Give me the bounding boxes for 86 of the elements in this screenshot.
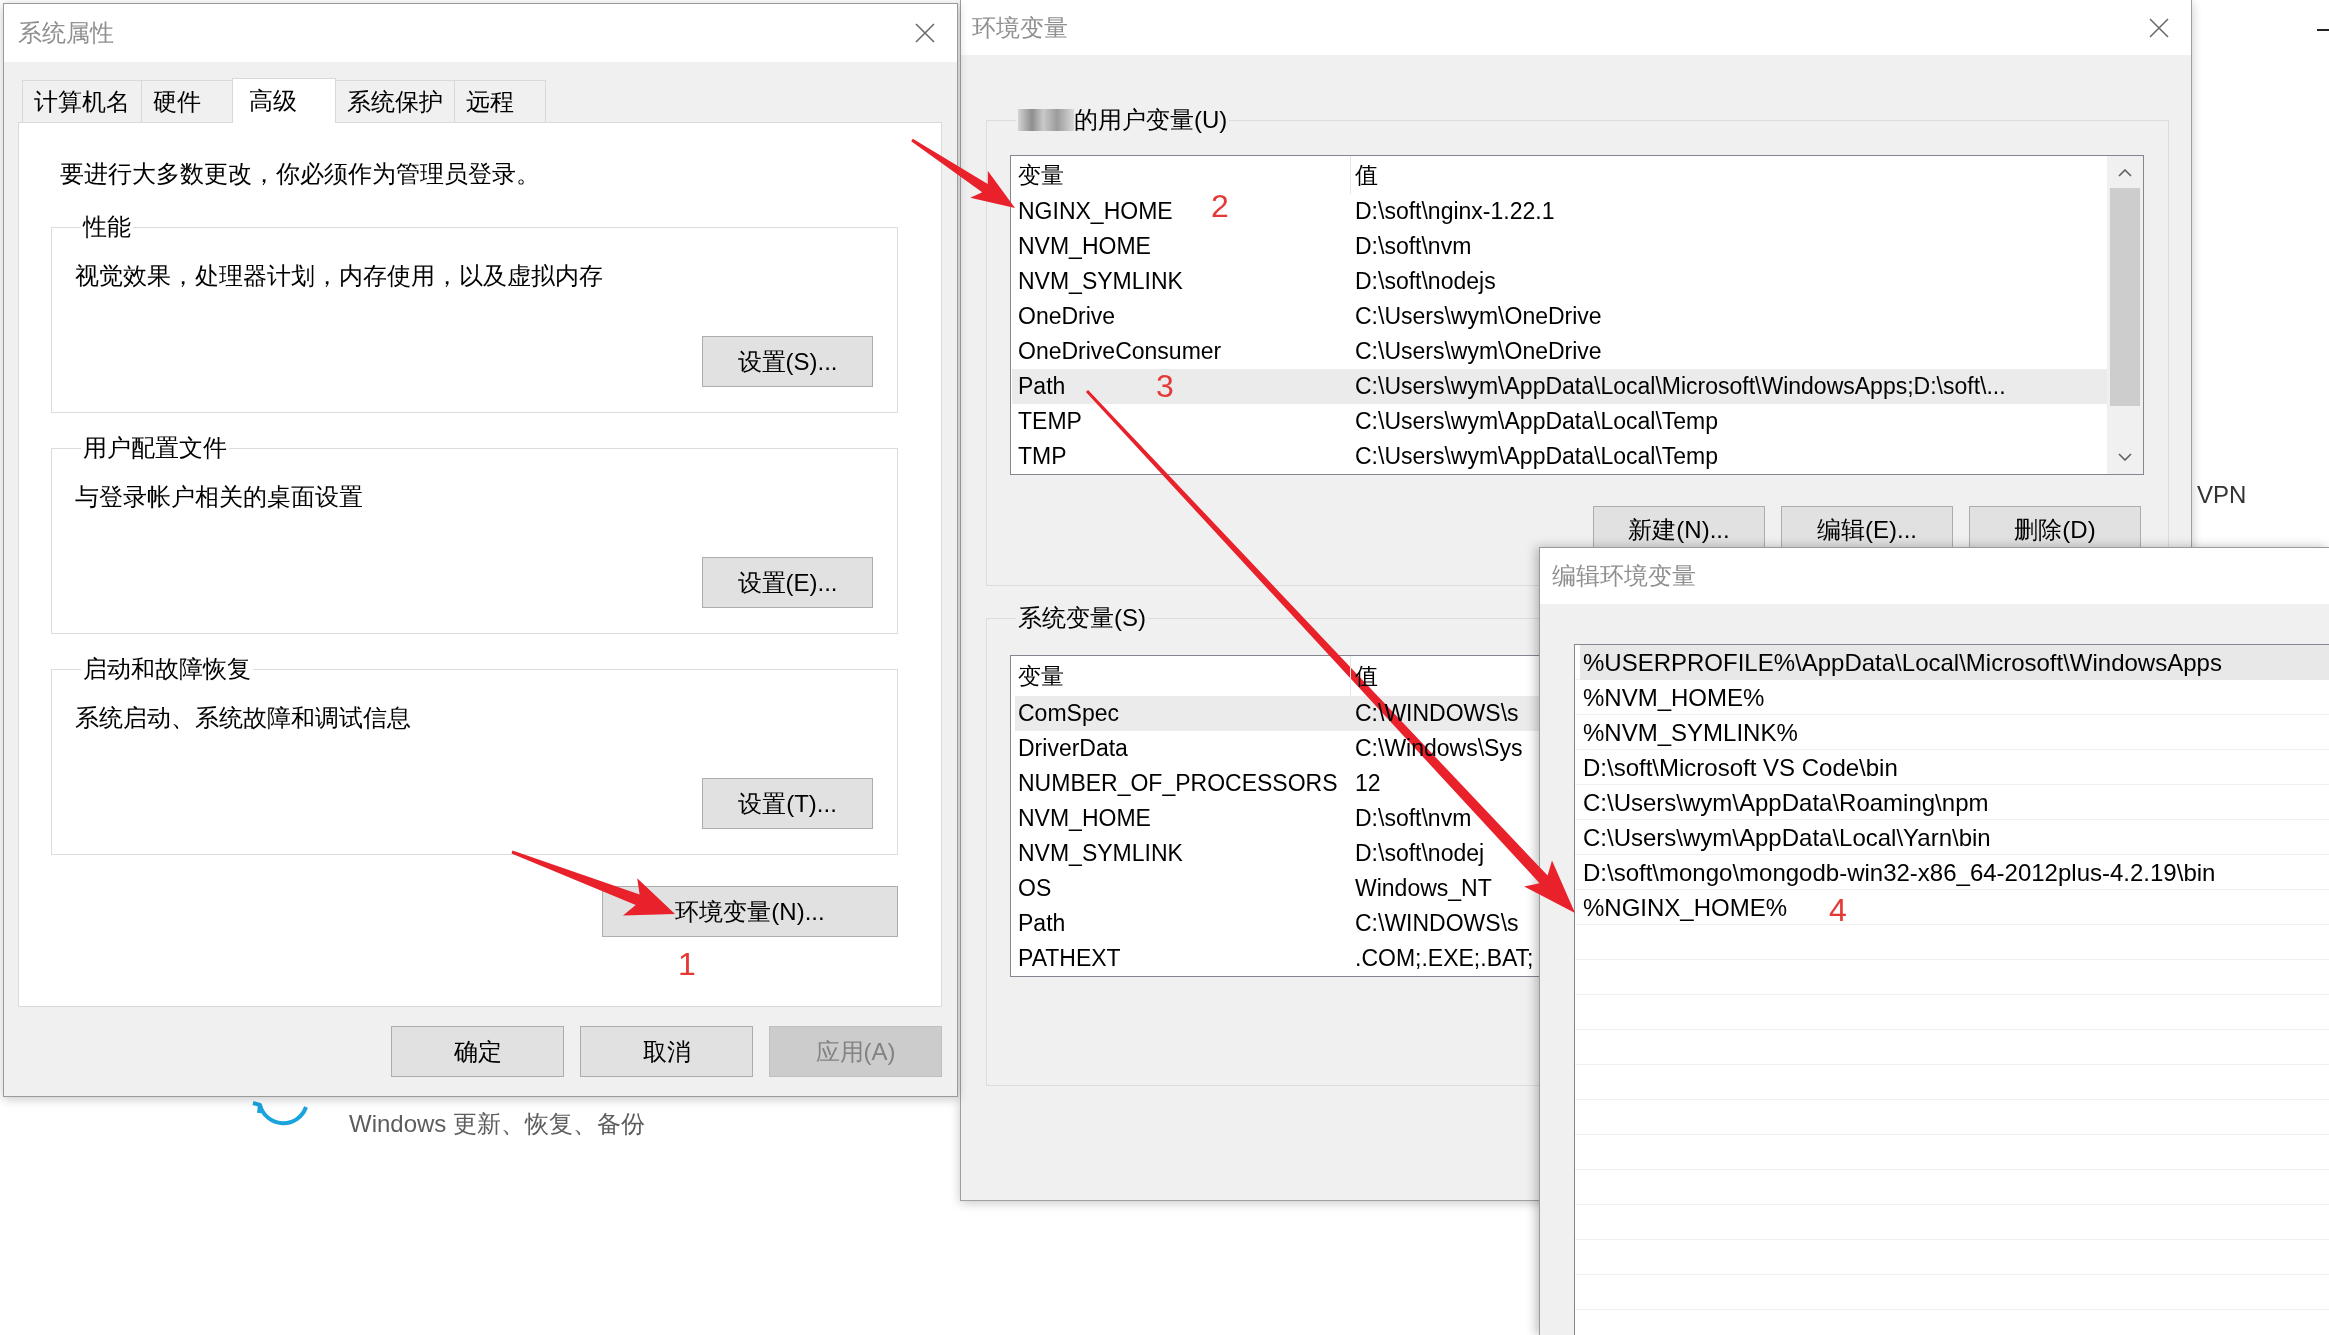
variable-row[interactable]: NVM_HOME D:\soft\nvm [1012, 229, 2107, 264]
variable-row[interactable]: Path 3 C:\Users\wym\AppData\Local\Microsoft\WindowsApps;D:\soft\... [1012, 369, 2107, 404]
variable-value: D:\soft\nvm [1354, 805, 1472, 832]
column-header[interactable]: 值 [1351, 156, 1378, 194]
path-entry[interactable]: C:\Users\wym\AppData\Local\Yarn\bin [1580, 820, 2329, 855]
group-title: 性能 [81, 212, 132, 242]
variable-name: NVM_SYMLINK [1018, 268, 1183, 295]
variable-row[interactable]: OneDriveConsumer C:\Users\wym\OneDrive [1012, 334, 2107, 369]
group-title: 系统变量(S) [1017, 603, 1147, 633]
variable-name: Path [1018, 373, 1066, 400]
admin-notice: 要进行大多数更改，你必须作为管理员登录。 [60, 159, 541, 189]
scrollbar-thumb[interactable] [2110, 188, 2140, 406]
variable-name: OneDriveConsumer [1018, 338, 1222, 365]
group-title: 的用户变量(U) [1074, 105, 1228, 135]
path-entry[interactable]: C:\Users\wym\AppData\Roaming\npm [1580, 785, 2329, 820]
chevron-up-icon[interactable] [2118, 169, 2132, 177]
dialog-button[interactable]: 取消 [580, 1026, 753, 1077]
window-title: 编辑环境变量 [1552, 561, 1696, 591]
close-icon[interactable] [2149, 17, 2169, 38]
tab[interactable]: 远程 [454, 80, 546, 122]
path-entry[interactable]: %NGINX_HOME% 4 [1580, 890, 2329, 925]
path-entry[interactable]: %NVM_HOME% [1580, 680, 2329, 715]
dialog-button[interactable]: 确定 [391, 1026, 564, 1077]
variable-value: D:\soft\nvm [1354, 233, 1472, 260]
variable-value: 12 [1354, 770, 1381, 797]
scrollbar[interactable] [2107, 156, 2143, 474]
variable-name: PATHEXT [1018, 945, 1121, 972]
settings-caption: Windows 更新、恢复、备份 [349, 1109, 646, 1139]
window-title: 系统属性 [18, 18, 114, 48]
variable-row[interactable]: TMP C:\Users\wym\AppData\Local\Temp [1012, 439, 2107, 474]
variable-value: C:\Users\wym\AppData\Local\Microsoft\WindowsApps;D:\soft\... [1354, 373, 2006, 400]
settings-button[interactable]: 设置(S)... [702, 336, 873, 387]
variable-value: Windows_NT [1354, 875, 1492, 902]
group-description: 系统启动、系统故障和调试信息 [75, 703, 412, 733]
path-entry[interactable]: D:\soft\Microsoft VS Code\bin [1580, 750, 2329, 785]
variable-name: NVM_HOME [1018, 233, 1151, 260]
variable-name: TEMP [1018, 408, 1082, 435]
variable-value: C:\Users\wym\OneDrive [1354, 338, 1602, 365]
variable-row[interactable]: OneDrive C:\Users\wym\OneDrive [1012, 299, 2107, 334]
variable-value: C:\Users\wym\AppData\Local\Temp [1354, 443, 1718, 470]
settings-button[interactable]: 设置(E)... [702, 557, 873, 608]
variable-name: NUMBER_OF_PROCESSORS [1018, 770, 1338, 797]
close-icon[interactable] [915, 23, 935, 43]
group-description: 与登录帐户相关的桌面设置 [75, 482, 364, 512]
settings-label: VPN [2197, 480, 2247, 510]
variable-value: C:\Users\wym\OneDrive [1354, 303, 1602, 330]
variable-value: D:\soft\nodej [1354, 840, 1485, 867]
chevron-down-icon[interactable] [2118, 453, 2132, 461]
variable-name: NGINX_HOME [1018, 198, 1173, 225]
variable-row[interactable]: NVM_HOME D:\soft\nvm [1015, 801, 1543, 836]
window-title: 环境变量 [972, 12, 1068, 43]
variable-row[interactable]: NUMBER_OF_PROCESSORS 12 [1015, 766, 1543, 801]
column-header[interactable]: 值 [1351, 656, 1378, 696]
blurred-name-block [1018, 109, 1074, 131]
step-number: 4 [1829, 893, 1847, 927]
variable-name: OneDrive [1018, 303, 1116, 330]
variable-value: .COM;.EXE;.BAT; [1354, 945, 1534, 972]
variable-name: Path [1018, 910, 1066, 937]
variable-row[interactable]: TEMP C:\Users\wym\AppData\Local\Temp [1012, 404, 2107, 439]
step-number: 1 [678, 947, 696, 981]
variable-row[interactable]: NVM_SYMLINK D:\soft\nodej [1015, 836, 1543, 871]
variable-value: C:\WINDOWS\s [1354, 910, 1519, 937]
column-header[interactable]: 变量 [1011, 156, 1351, 194]
variable-name: ComSpec [1018, 700, 1119, 727]
variable-value: D:\soft\nginx-1.22.1 [1354, 198, 1555, 225]
variable-value: D:\soft\nodejs [1354, 268, 1496, 295]
variable-name: DriverData [1018, 735, 1128, 762]
variable-row[interactable]: NVM_SYMLINK D:\soft\nodejs [1012, 264, 2107, 299]
group-description: 视觉效果，处理器计划，内存使用，以及虚拟内存 [75, 261, 604, 291]
tab[interactable]: 计算机名 [22, 80, 142, 122]
variable-name: NVM_SYMLINK [1018, 840, 1183, 867]
variable-value: C:\Users\wym\AppData\Local\Temp [1354, 408, 1718, 435]
variable-row[interactable]: PATHEXT .COM;.EXE;.BAT; [1015, 941, 1543, 976]
path-entry[interactable]: D:\soft\mongo\mongodb-win32-x86_64-2012plus-4.2.19\bin [1580, 855, 2329, 890]
step-number: 3 [1156, 369, 1174, 403]
group-title: 用户配置文件 [82, 433, 228, 463]
variable-name: NVM_HOME [1018, 805, 1151, 832]
variable-name: OS [1018, 875, 1052, 902]
tab[interactable]: 高级 [232, 78, 336, 123]
variable-row[interactable]: Path C:\WINDOWS\s [1015, 906, 1543, 941]
environment-variables-button[interactable]: 环境变量(N)... [602, 886, 898, 937]
path-entry[interactable]: %USERPROFILE%\AppData\Local\Microsoft\WindowsApps [1580, 645, 2329, 680]
path-entry[interactable]: %NVM_SYMLINK% [1580, 715, 2329, 750]
settings-button[interactable]: 设置(T)... [702, 778, 873, 829]
group-title: 启动和故障恢复 [82, 654, 252, 684]
variable-name: TMP [1018, 443, 1067, 470]
